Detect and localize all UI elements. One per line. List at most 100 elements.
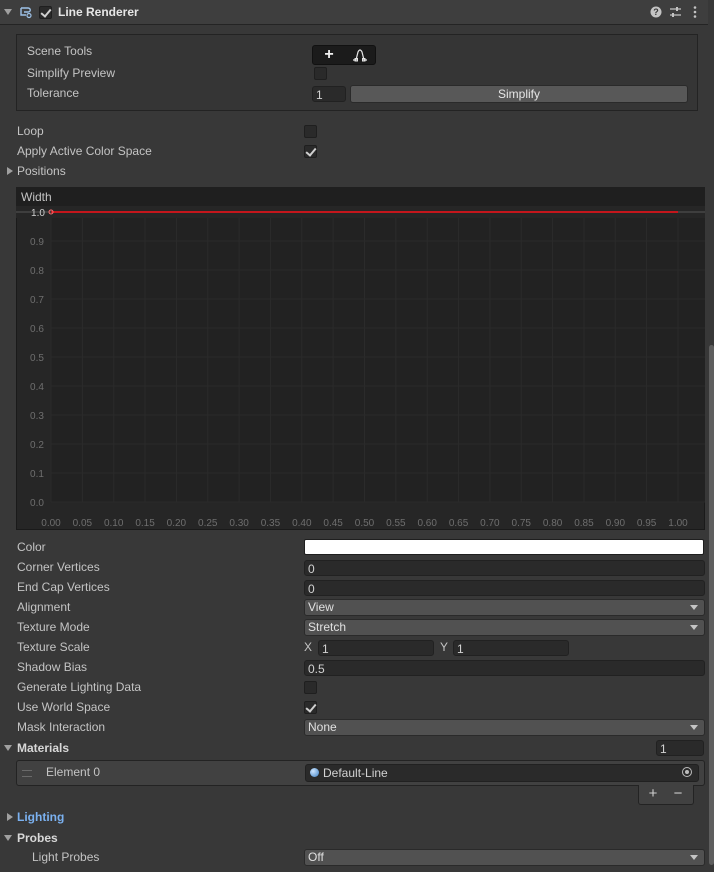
x-tick-label: 0.45 bbox=[323, 518, 343, 529]
x-tick-label: 0.10 bbox=[104, 518, 124, 529]
x-tick-label: 0.40 bbox=[292, 518, 312, 529]
current-value-label: 1.0 bbox=[31, 208, 45, 219]
generate-lighting-label: Generate Lighting Data bbox=[17, 680, 142, 694]
end-cap-vertices-label: End Cap Vertices bbox=[17, 580, 110, 594]
y-tick-label: 0.8 bbox=[30, 266, 44, 277]
x-tick-label: 0.30 bbox=[229, 518, 249, 529]
materials-count-input[interactable]: 1 bbox=[656, 740, 704, 756]
texture-mode-dropdown[interactable]: Stretch bbox=[304, 619, 705, 636]
texture-mode-value: Stretch bbox=[308, 620, 347, 634]
component-enabled-checkbox[interactable] bbox=[39, 6, 52, 19]
material-icon bbox=[310, 768, 319, 777]
x-tick-label: 0.15 bbox=[135, 518, 155, 529]
lighting-foldout-arrow[interactable] bbox=[7, 813, 13, 821]
object-picker-dot bbox=[685, 770, 689, 774]
width-curve-graph[interactable]: 0.00 0.05 0.10 0.15 0.20 0.25 0.30 0.35 0.40 0.45… bbox=[16, 206, 705, 530]
alignment-value: View bbox=[308, 600, 334, 614]
alignment-label: Alignment bbox=[17, 600, 71, 614]
y-tick-label: 0.6 bbox=[30, 324, 44, 335]
mask-interaction-dropdown[interactable]: None bbox=[304, 719, 705, 736]
lighting-label[interactable]: Lighting bbox=[17, 807, 64, 827]
apply-color-space-label: Apply Active Color Space bbox=[17, 144, 152, 158]
line-renderer-icon bbox=[20, 7, 32, 19]
shadow-bias-input[interactable]: 0.5 bbox=[304, 660, 705, 676]
x-tick-label: 0.90 bbox=[606, 518, 626, 529]
texture-mode-label: Texture Mode bbox=[17, 620, 90, 634]
x-tick-label: 0.60 bbox=[417, 518, 437, 529]
simplify-preview-label: Simplify Preview bbox=[27, 66, 116, 80]
materials-foldout-arrow[interactable] bbox=[4, 745, 12, 751]
color-label: Color bbox=[17, 540, 46, 554]
texture-scale-x-input[interactable]: 1 bbox=[318, 640, 434, 656]
preset-settings-icon[interactable] bbox=[669, 6, 682, 18]
edit-points-icon[interactable] bbox=[352, 48, 368, 62]
texture-scale-x-label[interactable]: X bbox=[304, 637, 312, 657]
y-tick-label: 0.2 bbox=[30, 440, 44, 451]
positions-label[interactable]: Positions bbox=[17, 161, 66, 181]
corner-vertices-input[interactable]: 0 bbox=[304, 560, 705, 576]
scene-tools-label: Scene Tools bbox=[27, 44, 93, 58]
materials-label[interactable]: Materials bbox=[17, 738, 69, 758]
object-picker-icon[interactable] bbox=[682, 767, 692, 777]
texture-scale-label: Texture Scale bbox=[17, 640, 90, 654]
alignment-dropdown[interactable]: View bbox=[304, 599, 705, 616]
loop-label: Loop bbox=[17, 124, 44, 138]
simplify-button[interactable]: Simplify bbox=[350, 85, 688, 103]
generate-lighting-checkbox[interactable] bbox=[304, 681, 317, 694]
positions-foldout-arrow[interactable] bbox=[7, 167, 13, 175]
x-tick-label: 0.35 bbox=[261, 518, 281, 529]
use-world-space-label: Use World Space bbox=[17, 700, 111, 714]
remove-element-button[interactable]: − bbox=[670, 785, 686, 803]
probes-foldout-arrow[interactable] bbox=[4, 835, 12, 841]
material-element-label: Element 0 bbox=[46, 765, 101, 779]
x-tick-label: 0.25 bbox=[198, 518, 218, 529]
y-tick-label: 0.9 bbox=[30, 237, 44, 248]
y-tick-label: 0.7 bbox=[30, 295, 44, 306]
x-tick-label: 0.50 bbox=[355, 518, 375, 529]
use-world-space-checkbox[interactable] bbox=[304, 701, 317, 714]
y-tick-label: 0.1 bbox=[30, 469, 44, 480]
material-object-field[interactable]: Default-Line bbox=[305, 764, 699, 782]
chevron-down-icon bbox=[690, 625, 698, 630]
add-element-button[interactable]: + bbox=[645, 785, 661, 803]
context-menu-icon[interactable] bbox=[692, 5, 698, 19]
x-tick-label: 0.75 bbox=[512, 518, 532, 529]
end-cap-vertices-input[interactable]: 0 bbox=[304, 580, 705, 596]
x-tick-label: 0.85 bbox=[574, 518, 594, 529]
header-foldout-arrow[interactable] bbox=[4, 9, 12, 15]
mask-interaction-value: None bbox=[308, 720, 337, 734]
light-probes-value: Off bbox=[308, 850, 324, 864]
apply-color-space-checkbox[interactable] bbox=[304, 145, 317, 158]
texture-scale-y-label[interactable]: Y bbox=[440, 637, 448, 657]
y-tick-label: 0.3 bbox=[30, 411, 44, 422]
probes-label[interactable]: Probes bbox=[17, 828, 58, 848]
component-title: Line Renderer bbox=[58, 5, 139, 19]
simplify-preview-checkbox[interactable] bbox=[314, 67, 327, 80]
tolerance-input[interactable]: 1 bbox=[312, 86, 346, 102]
texture-scale-y-input[interactable]: 1 bbox=[453, 640, 569, 656]
x-tick-label: 0.80 bbox=[543, 518, 563, 529]
color-swatch[interactable] bbox=[304, 539, 704, 555]
tolerance-label: Tolerance bbox=[27, 86, 80, 100]
mask-interaction-label: Mask Interaction bbox=[17, 720, 106, 734]
scrollbar-thumb[interactable] bbox=[709, 345, 714, 865]
chevron-down-icon bbox=[690, 855, 698, 860]
x-tick-label: 0.95 bbox=[637, 518, 657, 529]
material-element-value: Default-Line bbox=[323, 766, 388, 780]
light-probes-label: Light Probes bbox=[32, 850, 100, 864]
x-tick-label: 1.00 bbox=[668, 518, 688, 529]
light-probes-dropdown[interactable]: Off bbox=[304, 849, 705, 866]
y-tick-label: 0.0 bbox=[30, 498, 44, 509]
corner-vertices-label: Corner Vertices bbox=[17, 560, 100, 574]
drag-handle-icon[interactable] bbox=[22, 770, 32, 777]
svg-text:?: ? bbox=[653, 7, 659, 17]
loop-checkbox[interactable] bbox=[304, 125, 317, 138]
y-tick-label: 0.5 bbox=[30, 353, 44, 364]
x-tick-label: 0.00 bbox=[41, 518, 61, 529]
help-icon[interactable]: ? bbox=[650, 6, 662, 18]
add-point-button[interactable]: + bbox=[320, 45, 338, 65]
y-tick-label: 0.4 bbox=[30, 382, 44, 393]
x-tick-label: 0.05 bbox=[73, 518, 93, 529]
shadow-bias-label: Shadow Bias bbox=[17, 660, 88, 674]
width-curve-title: Width bbox=[21, 190, 52, 204]
